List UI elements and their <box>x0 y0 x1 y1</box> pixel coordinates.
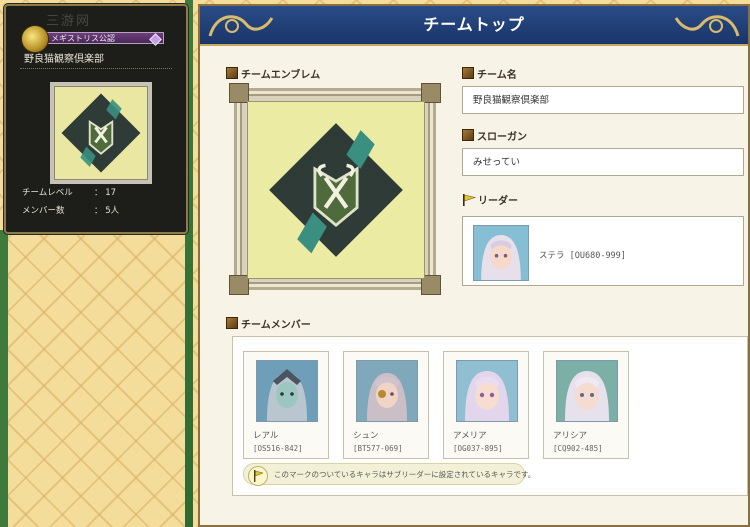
member-id: [CQ902-485] <box>553 444 603 453</box>
member-avatar <box>456 360 518 422</box>
member-count-value: ： 5人 <box>94 206 120 216</box>
frame-corner <box>421 83 441 103</box>
team-summary-card: 三游网 メギストリス公認 野良猫観察倶楽部 チームレベル ： 17 メンバー数 … <box>4 4 188 234</box>
team-card-name: 野良猫観察倶楽部 <box>24 54 104 65</box>
section-label-text: チームメンバー <box>241 320 311 331</box>
member-count-label: メンバー数 <box>22 206 65 216</box>
member-card[interactable]: シュン [BT577-069] <box>343 351 429 459</box>
divider <box>20 68 172 69</box>
leader-avatar <box>473 225 529 281</box>
frame-corner <box>229 275 249 295</box>
section-label-members: チームメンバー <box>226 316 311 331</box>
watermark: 三游网 <box>46 14 92 29</box>
page-title: チームトップ <box>423 15 525 34</box>
team-level-value: ： 17 <box>94 188 117 198</box>
section-bullet-icon <box>226 317 238 329</box>
section-label-emblem: チームエンブレム <box>226 66 320 81</box>
member-count-row: メンバー数 ： 5人 <box>22 204 119 216</box>
team-top-panel: チームトップ チームエンブレム チーム名 野良猫観察倶楽部 スローガン みせって… <box>198 4 750 527</box>
member-avatar <box>356 360 418 422</box>
frame-corner <box>229 83 249 103</box>
leader-name: ステラ [OU680-999] <box>539 251 626 261</box>
character-portrait-icon <box>357 361 417 421</box>
slogan-field: みせってい <box>462 148 744 176</box>
member-id: [OG037-895] <box>453 444 503 453</box>
team-emblem[interactable] <box>247 101 425 279</box>
member-card[interactable]: アメリア [OG037-895] <box>443 351 529 459</box>
panel-header: チームトップ <box>200 6 748 46</box>
team-card-emblem[interactable] <box>50 82 152 184</box>
section-label-text: チーム名 <box>477 70 517 81</box>
team-name-field: 野良猫観察倶楽部 <box>462 86 744 114</box>
member-card[interactable]: アリシア [CQ902-485] <box>543 351 629 459</box>
section-bullet-icon <box>226 67 238 79</box>
member-name: アリシア <box>553 431 588 441</box>
leader-card[interactable]: ステラ [OU680-999] <box>462 216 744 286</box>
emblem-frame <box>229 83 441 295</box>
team-level-label: チームレベル <box>22 188 73 198</box>
section-label-name: チーム名 <box>462 66 517 81</box>
team-emblem-icon <box>269 123 403 257</box>
medal-icon <box>21 25 49 53</box>
subleader-note: このマークのついているキャラはサブリーダーに設定されているキャラです。 <box>243 463 535 486</box>
member-avatar <box>256 360 318 422</box>
member-id: [OS516-842] <box>253 444 303 453</box>
member-name: レアル <box>253 431 279 441</box>
character-portrait-icon <box>557 361 617 421</box>
leader-flag-icon <box>463 194 476 206</box>
team-level-row: チームレベル ： 17 <box>22 186 116 198</box>
character-portrait-icon <box>457 361 517 421</box>
section-label-slogan: スローガン <box>462 128 527 143</box>
character-portrait-icon <box>257 361 317 421</box>
member-list: レアル [OS516-842] シュン [BT577-069] アメリア [OG… <box>232 336 748 496</box>
section-bullet-icon <box>462 129 474 141</box>
official-tag: メギストリス公認 <box>21 25 164 53</box>
diamond-icon <box>149 33 162 46</box>
member-name: シュン <box>353 431 379 441</box>
team-emblem-icon <box>61 93 141 173</box>
member-avatar <box>556 360 618 422</box>
subleader-note-text: このマークのついているキャラはサブリーダーに設定されているキャラです。 <box>274 470 536 479</box>
character-portrait-icon <box>474 226 528 280</box>
section-label-text: スローガン <box>477 132 527 143</box>
subleader-flag-icon <box>248 466 268 486</box>
member-card[interactable]: レアル [OS516-842] <box>243 351 329 459</box>
official-tag-label: メギストリス公認 <box>51 34 115 43</box>
member-name: アメリア <box>453 431 487 441</box>
background-strip <box>0 230 8 527</box>
section-bullet-icon <box>462 67 474 79</box>
section-label-text: チームエンブレム <box>241 70 321 81</box>
member-id: [BT577-069] <box>353 444 403 453</box>
section-label-leader: リーダー <box>462 192 518 207</box>
section-label-text: リーダー <box>478 196 518 207</box>
